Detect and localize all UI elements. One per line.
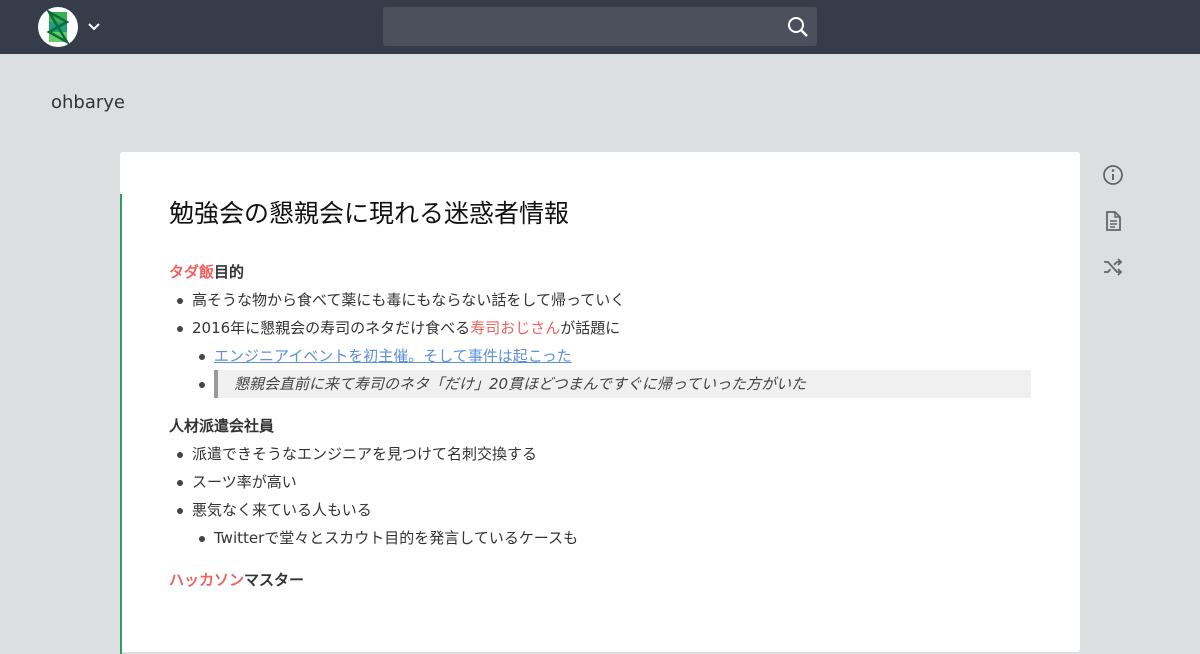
document-icon[interactable] xyxy=(1101,209,1125,233)
list-item-text: 悪気なく来ている人もいる xyxy=(192,501,372,519)
heading-link[interactable]: ハッカソン xyxy=(169,571,244,589)
list-item-text: スーツ率が高い xyxy=(192,473,297,491)
list-item-text: 2016年に懇親会の寿司のネタだけ食べる xyxy=(192,319,471,337)
search-input[interactable] xyxy=(383,7,797,46)
external-link[interactable]: エンジニアイベントを初主催。そして事件は起こった xyxy=(214,347,572,365)
block-quote: 懇親会直前に来て寿司のネタ「だけ」20貫ほどつまんですぐに帰っていった方がいた xyxy=(214,370,1031,398)
heading-link[interactable]: タダ飯 xyxy=(169,263,214,281)
heading-text: マスター xyxy=(244,571,305,589)
heading-text: 人材派遣会社員 xyxy=(169,417,275,435)
page-title[interactable]: 勉強会の懇親会に現れる迷惑者情報 xyxy=(169,198,1031,230)
page-content[interactable]: 勉強会の懇親会に現れる迷惑者情報 タダ飯目的 高そうな物から食べて薬にも毒にもな… xyxy=(169,198,1031,594)
list-item: スーツ率が高い xyxy=(169,468,1031,496)
list-item: エンジニアイベントを初主催。そして事件は起こった xyxy=(169,342,1031,370)
scrapbox-logo-icon[interactable] xyxy=(38,7,78,47)
inline-link[interactable]: 寿司おじさん xyxy=(470,319,560,337)
top-navbar xyxy=(0,0,1200,54)
search-icon[interactable] xyxy=(787,16,809,38)
page-side-menu xyxy=(1101,163,1125,301)
shuffle-icon[interactable] xyxy=(1101,255,1125,279)
list-item: Twitterで堂々とスカウト目的を発言しているケースも xyxy=(169,524,1031,552)
list-item-text: Twitterで堂々とスカウト目的を発言しているケースも xyxy=(214,529,579,547)
list-item: 2016年に懇親会の寿司のネタだけ食べる寿司おじさんが話題に xyxy=(169,314,1031,342)
list-item-text: 高そうな物から食べて薬にも毒にもならない話をして帰っていく xyxy=(192,291,626,309)
info-icon[interactable] xyxy=(1101,163,1125,187)
section-heading: タダ飯目的 xyxy=(169,258,1031,286)
section-heading: 人材派遣会社員 xyxy=(169,412,1031,440)
list-item: 派遣できそうなエンジニアを見つけて名刺交換する xyxy=(169,440,1031,468)
cursor-line xyxy=(120,194,122,654)
list-item: 高そうな物から食べて薬にも毒にもならない話をして帰っていく xyxy=(169,286,1031,314)
page-card: 勉強会の懇親会に現れる迷惑者情報 タダ飯目的 高そうな物から食べて薬にも毒にもな… xyxy=(120,152,1080,654)
list-item-text: が話題に xyxy=(560,319,621,337)
heading-text: 目的 xyxy=(214,263,245,281)
list-item-text: 派遣できそうなエンジニアを見つけて名刺交換する xyxy=(192,445,538,463)
search-box[interactable] xyxy=(383,7,817,46)
project-name[interactable]: ohbarye xyxy=(51,92,125,113)
list-item: 悪気なく来ている人もいる xyxy=(169,496,1031,524)
chevron-down-icon[interactable] xyxy=(86,18,102,34)
list-item: 懇親会直前に来て寿司のネタ「だけ」20貫ほどつまんですぐに帰っていった方がいた xyxy=(169,370,1031,398)
section-heading: ハッカソンマスター xyxy=(169,566,1031,594)
